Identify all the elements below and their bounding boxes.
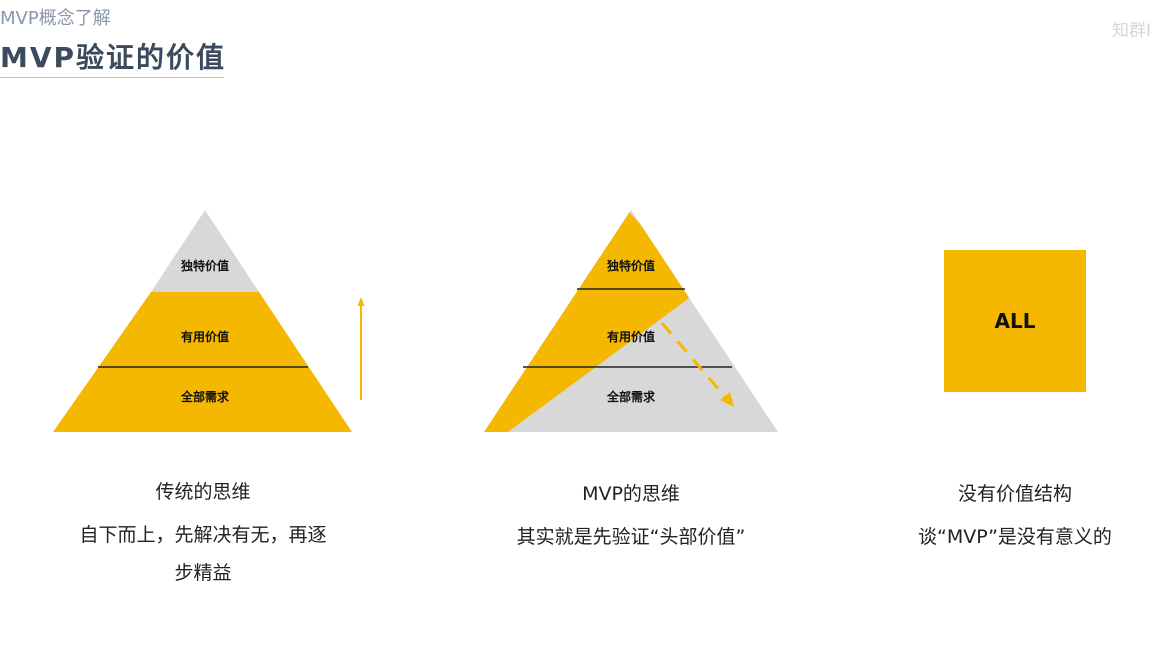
tier-label-useful: 有用价值	[181, 329, 229, 344]
caption-title: 传统的思维	[155, 481, 251, 503]
caption-line: 其实就是先验证“头部价值”	[516, 526, 746, 548]
traditional-pyramid: 独特价值 有用价值 全部需求	[53, 210, 365, 432]
tier-label-all-needs: 全部需求	[180, 389, 230, 404]
caption-line: 谈“MVP”是没有意义的	[918, 526, 1112, 548]
tier-label-useful: 有用价值	[607, 329, 655, 344]
mvp-pyramid: 独特价值 有用价值 全部需求	[484, 210, 778, 432]
caption-title: 没有价值结构	[957, 483, 1072, 505]
caption-mvp: MVP的思维 其实就是先验证“头部价值”	[468, 479, 794, 556]
all-box-label: ALL	[995, 309, 1036, 333]
pyramid-top-tier	[151, 210, 259, 292]
tier-label-unique: 独特价值	[606, 258, 655, 273]
tier-label-unique: 独特价值	[180, 258, 229, 273]
all-box: ALL	[944, 250, 1086, 392]
tier-label-all-needs: 全部需求	[606, 389, 656, 404]
caption-line: 步精益	[174, 562, 232, 584]
caption-title: MVP的思维	[582, 483, 680, 505]
pyramid-lower-tiers	[53, 292, 352, 432]
caption-no-structure: 没有价值结构 谈“MVP”是没有意义的	[870, 479, 1154, 556]
caption-traditional: 传统的思维 自下而上，先解决有无，再逐 步精益	[48, 477, 358, 592]
caption-line: 自下而上，先解决有无，再逐	[79, 524, 327, 546]
up-arrow-icon	[357, 297, 365, 400]
